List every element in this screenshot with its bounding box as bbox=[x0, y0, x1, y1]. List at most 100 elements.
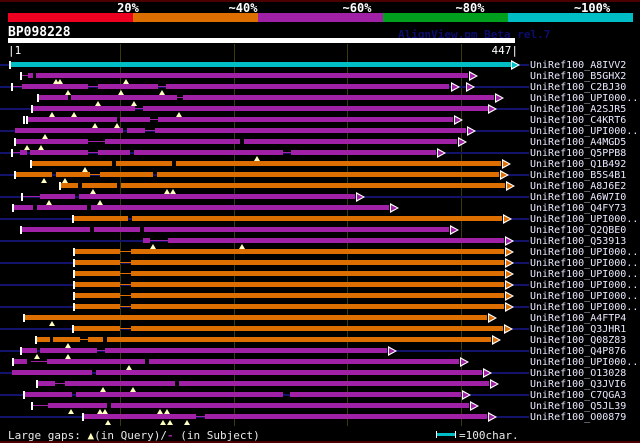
hsp-bar[interactable] bbox=[179, 381, 489, 386]
subject-label[interactable]: UniRef100_A4MGD5 bbox=[530, 137, 626, 148]
hsp-bar[interactable] bbox=[25, 392, 72, 397]
hsp-bar[interactable] bbox=[132, 216, 502, 221]
hsp-bar[interactable] bbox=[82, 183, 117, 188]
hsp-bar[interactable] bbox=[120, 117, 150, 122]
subject-label[interactable]: UniRef100_UPI000.. bbox=[530, 357, 638, 368]
subject-label[interactable]: UniRef100_O13028 bbox=[530, 368, 626, 379]
hsp-bar[interactable] bbox=[75, 249, 120, 254]
hsp-bar[interactable] bbox=[30, 150, 88, 155]
hsp-bar[interactable] bbox=[134, 150, 283, 155]
hsp-bar[interactable] bbox=[75, 271, 120, 276]
hsp-bar[interactable] bbox=[38, 95, 68, 100]
hsp-bar[interactable] bbox=[100, 172, 153, 177]
hsp-bar[interactable] bbox=[71, 95, 177, 100]
hsp-bar[interactable] bbox=[14, 359, 27, 364]
hsp-bar[interactable] bbox=[20, 150, 27, 155]
hsp-bar[interactable] bbox=[32, 161, 112, 166]
hsp-bar[interactable] bbox=[116, 161, 172, 166]
hsp-bar[interactable] bbox=[131, 326, 503, 331]
hsp-bar[interactable] bbox=[131, 304, 504, 309]
hsp-bar[interactable] bbox=[183, 95, 494, 100]
hsp-bar[interactable] bbox=[38, 381, 55, 386]
subject-label[interactable]: UniRef100_UPI000.. bbox=[530, 291, 638, 302]
hsp-bar[interactable] bbox=[28, 73, 33, 78]
subject-label[interactable]: UniRef100_UPI000.. bbox=[530, 302, 638, 313]
hsp-bar[interactable] bbox=[37, 337, 50, 342]
subject-label[interactable]: UniRef100_C7QGA3 bbox=[530, 390, 626, 401]
hsp-bar[interactable] bbox=[157, 172, 499, 177]
hsp-bar[interactable] bbox=[131, 271, 504, 276]
subject-label[interactable]: UniRef100_Q3JHR1 bbox=[530, 324, 626, 335]
subject-label[interactable]: UniRef100_Q4P876 bbox=[530, 346, 626, 357]
hsp-bar[interactable] bbox=[205, 414, 487, 419]
hsp-bar[interactable] bbox=[98, 84, 158, 89]
hsp-bar[interactable] bbox=[291, 150, 436, 155]
hsp-bar[interactable] bbox=[40, 194, 75, 199]
hsp-bar[interactable] bbox=[74, 216, 128, 221]
hsp-bar[interactable] bbox=[91, 205, 389, 210]
subject-label[interactable]: UniRef100_UPI000.. bbox=[530, 214, 638, 225]
hsp-bar[interactable] bbox=[22, 84, 88, 89]
hsp-bar[interactable] bbox=[47, 359, 145, 364]
subject-label[interactable]: UniRef100_B5GHX2 bbox=[530, 71, 626, 82]
subject-label[interactable]: UniRef100_Q4FY73 bbox=[530, 203, 626, 214]
hsp-bar[interactable] bbox=[12, 370, 92, 375]
hsp-bar[interactable] bbox=[16, 172, 52, 177]
subject-label[interactable]: UniRef100_UPI000.. bbox=[530, 280, 638, 291]
hsp-bar[interactable] bbox=[111, 403, 469, 408]
hsp-bar[interactable] bbox=[127, 128, 145, 133]
hsp-bar[interactable] bbox=[76, 392, 283, 397]
hsp-bar[interactable] bbox=[61, 183, 78, 188]
subject-label[interactable]: UniRef100_Q08Z83 bbox=[530, 335, 626, 346]
subject-label[interactable]: UniRef100_UPI000.. bbox=[530, 93, 638, 104]
hsp-bar[interactable] bbox=[79, 194, 355, 199]
hsp-bar[interactable] bbox=[94, 227, 140, 232]
hsp-bar[interactable] bbox=[75, 304, 120, 309]
hsp-bar[interactable] bbox=[166, 84, 449, 89]
hsp-bar[interactable] bbox=[16, 139, 88, 144]
subject-label[interactable]: UniRef100_A4FTP4 bbox=[530, 313, 626, 324]
hsp-bar[interactable] bbox=[105, 348, 387, 353]
hsp-bar[interactable] bbox=[107, 337, 491, 342]
hsp-bar[interactable] bbox=[25, 315, 487, 320]
hsp-bar[interactable] bbox=[14, 205, 33, 210]
hsp-bar[interactable] bbox=[22, 227, 90, 232]
hsp-bar[interactable] bbox=[37, 205, 87, 210]
hsp-bar[interactable] bbox=[65, 381, 175, 386]
hsp-bar[interactable] bbox=[131, 260, 504, 265]
hsp-bar[interactable] bbox=[168, 238, 504, 243]
hsp-bar[interactable] bbox=[158, 117, 453, 122]
hsp-bar[interactable] bbox=[56, 172, 90, 177]
hsp-bar[interactable] bbox=[53, 337, 80, 342]
subject-label[interactable]: UniRef100_A2SJR5 bbox=[530, 104, 626, 115]
hsp-bar[interactable] bbox=[75, 293, 120, 298]
subject-label[interactable]: UniRef100_A6W7I0 bbox=[530, 192, 626, 203]
hsp-bar[interactable] bbox=[75, 260, 120, 265]
subject-label[interactable]: UniRef100_A8J6E2 bbox=[530, 181, 626, 192]
subject-label[interactable]: UniRef100_O00879 bbox=[530, 412, 626, 423]
hsp-bar[interactable] bbox=[84, 414, 196, 419]
hsp-bar[interactable] bbox=[290, 392, 461, 397]
hsp-bar[interactable] bbox=[22, 348, 37, 353]
hsp-bar[interactable] bbox=[33, 106, 135, 111]
hsp-bar[interactable] bbox=[96, 370, 482, 375]
hsp-bar[interactable] bbox=[74, 326, 120, 331]
hsp-bar[interactable] bbox=[244, 139, 457, 144]
subject-label[interactable]: UniRef100_UPI000.. bbox=[530, 126, 638, 137]
hsp-bar[interactable] bbox=[143, 238, 150, 243]
hsp-bar[interactable] bbox=[88, 337, 103, 342]
subject-label[interactable]: UniRef100_Q5JL39 bbox=[530, 401, 626, 412]
subject-label[interactable]: UniRef100_UPI000.. bbox=[530, 247, 638, 258]
subject-label[interactable]: UniRef100_C2BJ30 bbox=[530, 82, 626, 93]
hsp-bar[interactable] bbox=[40, 348, 97, 353]
hsp-bar[interactable] bbox=[144, 227, 449, 232]
hsp-bar[interactable] bbox=[27, 117, 117, 122]
subject-label[interactable]: UniRef100_A8IVV2 bbox=[530, 60, 626, 71]
subject-label[interactable]: UniRef100_C4KRT6 bbox=[530, 115, 626, 126]
hsp-bar[interactable] bbox=[15, 128, 123, 133]
hsp-bar[interactable] bbox=[36, 73, 468, 78]
hsp-bar[interactable] bbox=[75, 282, 120, 287]
hsp-bar[interactable] bbox=[98, 150, 130, 155]
hsp-bar[interactable] bbox=[143, 106, 488, 111]
subject-label[interactable]: UniRef100_Q2QBE0 bbox=[530, 225, 626, 236]
